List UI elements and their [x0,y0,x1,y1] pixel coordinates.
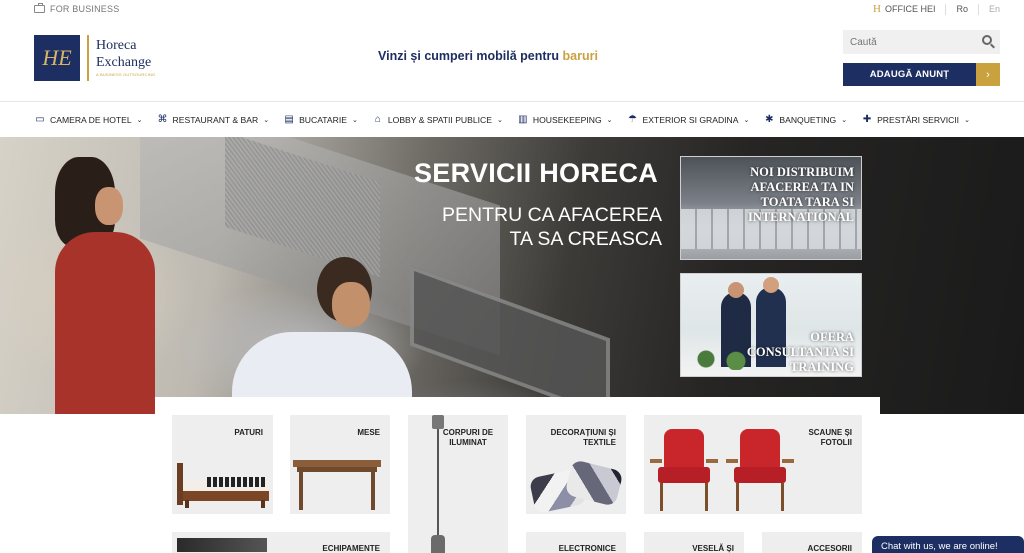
category-scaune-fotolii[interactable]: SCAUNE ȘI FOTOLII [644,415,862,514]
chevron-down-icon: ⌄ [351,116,358,124]
armchair-image [650,429,718,514]
for-business-link[interactable]: FOR BUSINESS [34,3,120,14]
promo-consulting-text: OFERA CONSULTANTA SI TRAINING [746,330,854,374]
category-label: SCAUNE ȘI FOTOLII [808,428,852,447]
cart-icon: ▥ [518,113,528,125]
nav-label: HOUSEKEEPING [532,114,602,125]
chevron-down-icon: ⌄ [496,116,503,124]
umbrella-icon: ☂ [628,113,637,125]
logo-line1: Horeca [96,38,137,53]
category-echipamente[interactable]: ECHIPAMENTE [172,532,390,553]
briefcase-icon [34,3,45,13]
bell-icon: ⌂ [374,113,381,125]
nav-item-exterior[interactable]: ☂ EXTERIOR SI GRADINA ⌄ [627,113,750,125]
add-listing-label: ADAUGĂ ANUNȚ [843,63,976,86]
nav-label: CAMERA DE HOTEL [50,114,132,125]
armchair-image [726,429,794,514]
category-label: VESELĂ ȘI [692,544,734,553]
search-icon[interactable] [982,35,992,45]
main-nav: ▭ CAMERA DE HOTEL ⌄ ⌘ RESTAURANT & BAR ⌄… [0,101,1024,137]
category-decoratiuni-textile[interactable]: DECORAȚIUNI ȘI TEXTILE [526,415,626,514]
logo-wordmark: Horeca Exchange A BUSINESS OUTSOURCING [96,35,155,79]
promo-distribution[interactable]: NOI DISTRIBUIM AFACEREA TA IN TOATA TARA… [680,156,862,260]
logo-divider [87,35,89,81]
office-label: OFFICE HEI [884,4,936,14]
nav-label: PRESTĂRI SERVICII [877,114,960,125]
tagline-highlight[interactable]: baruri [563,49,598,63]
nav-label: LOBBY & SPATII PUBLICE [387,114,492,125]
hero-sink [410,265,610,414]
category-label: ECHIPAMENTE [322,544,380,553]
category-label: ELECTRONICE [558,544,616,553]
handshake-icon: ✚ [862,113,872,125]
search-box [843,30,1000,54]
equipment-image [177,538,267,552]
hero-man-figure [232,257,412,414]
category-label: DECORAȚIUNI ȘI TEXTILE [550,428,616,447]
nav-label: RESTAURANT & BAR [172,114,259,125]
page: FOR BUSINESS H OFFICE HEI Ro En HE Horec… [0,0,1024,553]
chevron-down-icon: ⌄ [964,116,970,124]
nav-item-prestari-servicii[interactable]: ✚ PRESTĂRI SERVICII ⌄ [861,113,970,125]
nav-label: BUCATARIE [299,114,347,125]
hero-woman-figure [35,157,155,414]
category-label: PATURI [234,428,263,437]
chevron-down-icon: ⌄ [606,116,613,124]
stove-icon: ▤ [284,113,294,125]
pillows-image [528,459,624,514]
chevron-down-icon: ⌄ [743,116,750,124]
logo-monogram: HE [34,35,80,81]
chat-widget-button[interactable]: Chat with us, we are online! [872,536,1024,553]
nav-label: BANQUETING [779,114,837,125]
site-logo[interactable]: HE Horeca Exchange A BUSINESS OUTSOURCIN… [34,35,155,81]
table-image [293,460,381,510]
chevron-down-icon: ⌄ [841,116,848,124]
promo-consulting[interactable]: OFERA CONSULTANTA SI TRAINING [680,273,862,377]
category-label: MESE [357,428,380,437]
bed-icon: ▭ [35,113,45,125]
nav-item-lobby[interactable]: ⌂ LOBBY & SPATII PUBLICE ⌄ [372,113,503,125]
search-input[interactable] [850,36,970,48]
chevron-down-icon: ⌄ [136,116,143,124]
chevron-right-icon: › [976,63,1000,86]
office-logo-icon: H [873,3,881,15]
for-business-label: FOR BUSINESS [50,4,120,14]
category-grid: PATURI MESE CORPURI DE ILUMINAT DECORAȚI… [155,397,880,553]
lang-ro-link[interactable]: Ro [946,4,978,14]
nav-item-housekeeping[interactable]: ▥ HOUSEKEEPING ⌄ [517,113,613,125]
category-paturi[interactable]: PATURI [172,415,273,514]
logo-line2: Exchange [96,55,152,70]
bed-image [177,463,269,508]
nav-item-bucatarie[interactable]: ▤ BUCATARIE ⌄ [283,113,358,125]
category-mese[interactable]: MESE [290,415,390,514]
top-bar: FOR BUSINESS H OFFICE HEI Ro En [0,0,1024,22]
logo-tagline: A BUSINESS OUTSOURCING [96,72,156,77]
hero-banner: SERVICII HORECA PENTRU CA AFACEREA TA SA… [0,137,1024,414]
nav-item-banqueting[interactable]: ✱ BANQUETING ⌄ [763,113,848,125]
header-tagline: Vinzi și cumperi mobilă pentru baruri [378,49,598,63]
category-label: ACCESORII [807,544,852,553]
hero-title: SERVICII HORECA [414,158,659,188]
category-corpuri-de-iluminat[interactable]: CORPURI DE ILUMINAT [408,415,508,553]
lang-en-link[interactable]: En [979,4,1000,14]
category-accesorii[interactable]: ACCESORII [762,532,862,553]
cutlery-icon: ⌘ [157,113,168,125]
category-label: CORPURI DE ILUMINAT [442,428,494,447]
tagline-main: Vinzi și cumperi mobilă pentru [378,49,563,63]
flower-icon: ✱ [765,113,774,125]
promo-distribution-text: NOI DISTRIBUIM AFACEREA TA IN TOATA TARA… [747,165,854,224]
add-listing-button[interactable]: ADAUGĂ ANUNȚ › [843,63,1000,86]
category-electronice[interactable]: ELECTRONICE [526,532,626,553]
nav-item-camera-de-hotel[interactable]: ▭ CAMERA DE HOTEL ⌄ [34,113,143,125]
office-link[interactable]: H OFFICE HEI [873,3,945,15]
category-vesela[interactable]: VESELĂ ȘI [644,532,744,553]
top-right-links: H OFFICE HEI Ro En [873,3,1000,15]
nav-item-restaurant-bar[interactable]: ⌘ RESTAURANT & BAR ⌄ [157,113,270,125]
chevron-down-icon: ⌄ [263,116,270,124]
nav-label: EXTERIOR SI GRADINA [642,114,739,125]
hero-subtitle: PENTRU CA AFACEREA TA SA CREASCA [442,204,662,250]
